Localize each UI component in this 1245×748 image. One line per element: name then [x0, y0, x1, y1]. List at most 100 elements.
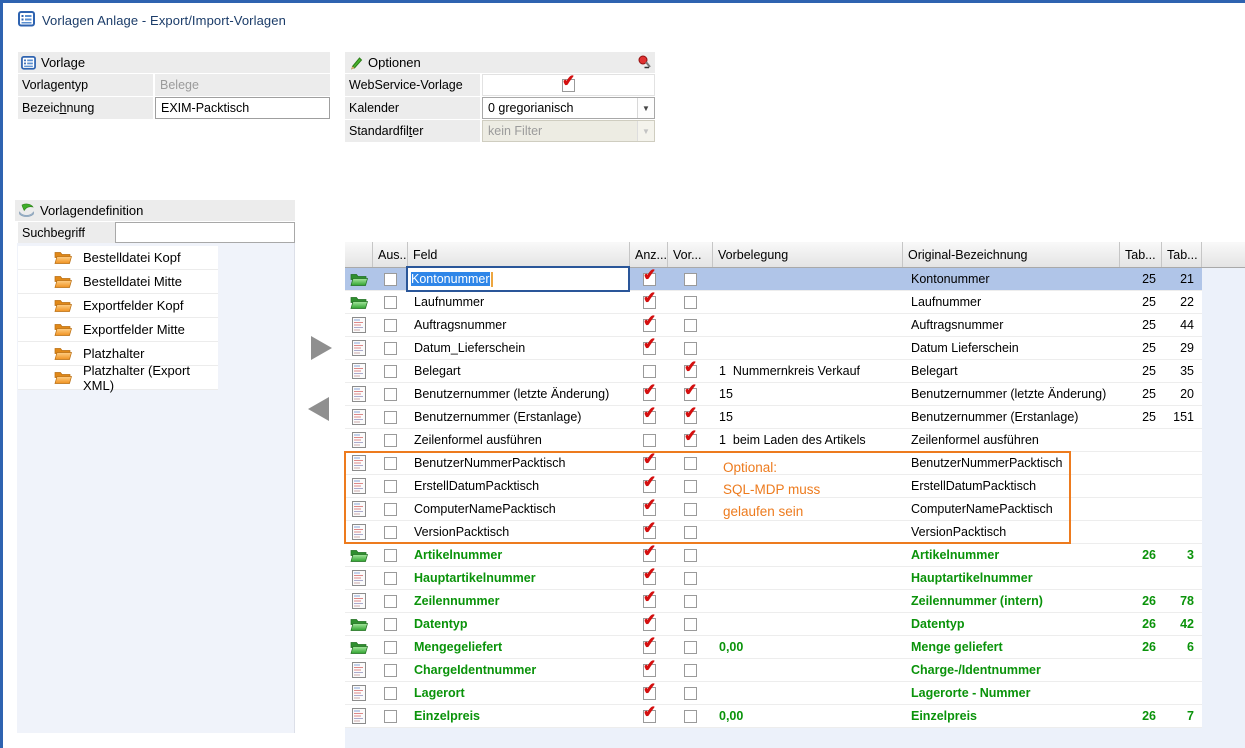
aus-checkbox[interactable] — [384, 595, 397, 608]
vorbelegung-checkbox[interactable] — [684, 572, 697, 585]
column-header-icon[interactable] — [345, 242, 373, 267]
vorbelegung-checkbox[interactable] — [684, 664, 697, 677]
table-row[interactable]: HauptartikelnummerHauptartikelnummer — [345, 567, 1202, 590]
table-row[interactable]: AuftragsnummerAuftragsnummer2544 — [345, 314, 1202, 337]
chevron-down-icon[interactable]: ▼ — [637, 98, 654, 118]
vorbelegung-checkbox[interactable] — [684, 641, 697, 654]
anzeigen-checkbox[interactable] — [643, 319, 656, 332]
aus-checkbox[interactable] — [384, 664, 397, 677]
vorbelegung-checkbox[interactable] — [684, 549, 697, 562]
anzeigen-checkbox[interactable] — [643, 710, 656, 723]
table-row[interactable]: ArtikelnummerArtikelnummer263 — [345, 544, 1202, 567]
aus-checkbox[interactable] — [384, 457, 397, 470]
anzeigen-checkbox[interactable] — [643, 641, 656, 654]
aus-checkbox[interactable] — [384, 388, 397, 401]
table-row[interactable]: Mengegeliefert0,00Menge geliefert266 — [345, 636, 1202, 659]
table-row[interactable]: ChargeIdentnummerCharge-/Identnummer — [345, 659, 1202, 682]
table-row[interactable]: Belegart1 Nummernkreis VerkaufBelegart25… — [345, 360, 1202, 383]
anzeigen-checkbox[interactable] — [643, 388, 656, 401]
aus-checkbox[interactable] — [384, 434, 397, 447]
table-row[interactable]: LaufnummerLaufnummer2522 — [345, 291, 1202, 314]
table-row[interactable]: VersionPacktischVersionPacktisch — [345, 521, 1202, 544]
column-header-Feld[interactable]: Feld — [408, 242, 630, 267]
aus-checkbox[interactable] — [384, 526, 397, 539]
folder-item[interactable]: Platzhalter (Export XML) — [18, 366, 218, 390]
column-header-Tab[interactable]: Tab... — [1162, 242, 1202, 267]
webservice-checkbox[interactable] — [562, 79, 575, 92]
aus-checkbox[interactable] — [384, 572, 397, 585]
vorbelegung-checkbox[interactable] — [684, 296, 697, 309]
vorbelegung-checkbox[interactable] — [684, 411, 697, 424]
table-row[interactable]: ZeilennummerZeilennummer (intern)2678 — [345, 590, 1202, 613]
column-header-Tab[interactable]: Tab... — [1120, 242, 1162, 267]
anzeigen-checkbox[interactable] — [643, 434, 656, 447]
anzeigen-checkbox[interactable] — [643, 503, 656, 516]
vorbelegung-checkbox[interactable] — [684, 273, 697, 286]
vorbelegung-checkbox[interactable] — [684, 687, 697, 700]
search-input[interactable] — [115, 222, 295, 243]
column-header-Vor[interactable]: Vor... — [668, 242, 713, 267]
column-header-Vorbelegung[interactable]: Vorbelegung — [713, 242, 903, 267]
vorbelegung-checkbox[interactable] — [684, 710, 697, 723]
anzeigen-checkbox[interactable] — [643, 618, 656, 631]
anzeigen-checkbox[interactable] — [643, 526, 656, 539]
aus-checkbox[interactable] — [384, 687, 397, 700]
column-header-Anz[interactable]: Anz... — [630, 242, 668, 267]
transfer-left-button[interactable] — [308, 397, 329, 421]
folder-item[interactable]: Bestelldatei Mitte — [18, 270, 218, 294]
table-row[interactable]: Datum_LieferscheinDatum Lieferschein2529 — [345, 337, 1202, 360]
aus-checkbox[interactable] — [384, 319, 397, 332]
transfer-right-button[interactable] — [311, 336, 332, 360]
vorbelegung-checkbox[interactable] — [684, 480, 697, 493]
vorbelegung-checkbox[interactable] — [684, 618, 697, 631]
anzeigen-checkbox[interactable] — [643, 457, 656, 470]
table-row[interactable]: Zeilenformel ausführen1 beim Laden des A… — [345, 429, 1202, 452]
bezeichnung-input[interactable]: EXIM-Packtisch — [155, 97, 330, 119]
anzeigen-checkbox[interactable] — [643, 273, 656, 286]
vorbelegung-checkbox[interactable] — [684, 434, 697, 447]
table-row[interactable]: Einzelpreis0,00Einzelpreis267 — [345, 705, 1202, 728]
vorbelegung-checkbox[interactable] — [684, 526, 697, 539]
folder-item[interactable]: Exportfelder Mitte — [18, 318, 218, 342]
folder-item[interactable]: Exportfelder Kopf — [18, 294, 218, 318]
anzeigen-checkbox[interactable] — [643, 572, 656, 585]
anzeigen-checkbox[interactable] — [643, 664, 656, 677]
pin-icon[interactable] — [638, 55, 651, 70]
aus-checkbox[interactable] — [384, 549, 397, 562]
kalender-combobox[interactable]: 0 gregorianisch ▼ — [482, 97, 655, 119]
anzeigen-checkbox[interactable] — [643, 342, 656, 355]
vorbelegung-checkbox[interactable] — [684, 503, 697, 516]
anzeigen-checkbox[interactable] — [643, 595, 656, 608]
feld-edit-input[interactable]: Kontonummer — [406, 266, 630, 292]
aus-checkbox[interactable] — [384, 480, 397, 493]
vorbelegung-checkbox[interactable] — [684, 457, 697, 470]
vorbelegung-checkbox[interactable] — [684, 365, 697, 378]
table-row[interactable]: LagerortLagerorte - Nummer — [345, 682, 1202, 705]
column-header-Original-Bezeichnung[interactable]: Original-Bezeichnung — [903, 242, 1120, 267]
vorbelegung-checkbox[interactable] — [684, 388, 697, 401]
vorbelegung-checkbox[interactable] — [684, 319, 697, 332]
anzeigen-checkbox[interactable] — [643, 687, 656, 700]
aus-checkbox[interactable] — [384, 710, 397, 723]
table-row[interactable]: KontonummerKontonummer2521 — [345, 268, 1202, 291]
aus-checkbox[interactable] — [384, 618, 397, 631]
table-row[interactable]: Benutzernummer (Erstanlage)15Benutzernum… — [345, 406, 1202, 429]
anzeigen-checkbox[interactable] — [643, 411, 656, 424]
vorbelegung-checkbox[interactable] — [684, 342, 697, 355]
aus-checkbox[interactable] — [384, 342, 397, 355]
aus-checkbox[interactable] — [384, 365, 397, 378]
aus-checkbox[interactable] — [384, 296, 397, 309]
folder-item[interactable]: Bestelldatei Kopf — [18, 246, 218, 270]
aus-checkbox[interactable] — [384, 641, 397, 654]
aus-checkbox[interactable] — [384, 411, 397, 424]
anzeigen-checkbox[interactable] — [643, 365, 656, 378]
aus-checkbox[interactable] — [384, 503, 397, 516]
anzeigen-checkbox[interactable] — [643, 549, 656, 562]
aus-checkbox[interactable] — [384, 273, 397, 286]
vorbelegung-checkbox[interactable] — [684, 595, 697, 608]
table-row[interactable]: Benutzernummer (letzte Änderung)15Benutz… — [345, 383, 1202, 406]
anzeigen-checkbox[interactable] — [643, 480, 656, 493]
table-row[interactable]: DatentypDatentyp2642 — [345, 613, 1202, 636]
anzeigen-checkbox[interactable] — [643, 296, 656, 309]
column-header-Aus[interactable]: Aus... — [373, 242, 408, 267]
